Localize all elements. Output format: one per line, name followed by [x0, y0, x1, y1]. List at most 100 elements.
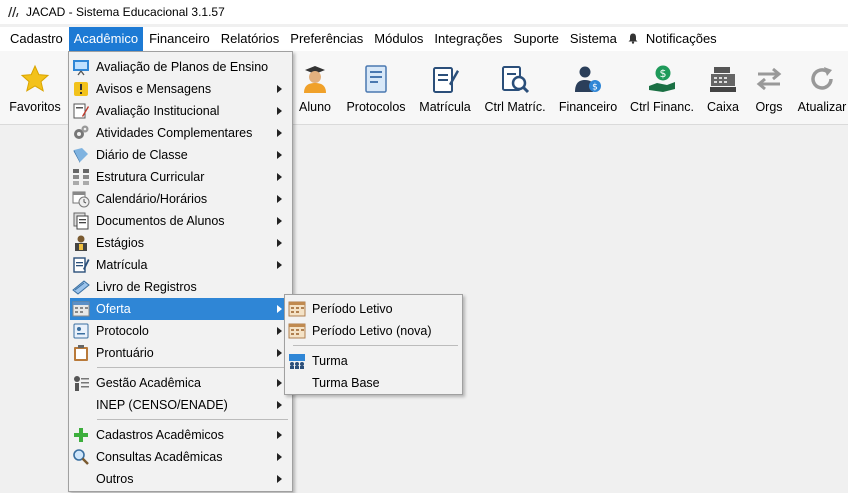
submenu-arrow-icon — [277, 305, 282, 313]
menu-item-estagios[interactable]: Estágios — [70, 232, 291, 254]
pencil-form-icon — [73, 103, 89, 119]
svg-text:$: $ — [660, 67, 667, 80]
finance-person-icon: $ — [575, 66, 601, 93]
menu-integracoes[interactable]: Integrações — [429, 27, 507, 51]
calendar-clock-icon — [72, 191, 90, 208]
menu-cadastro[interactable]: Cadastro — [5, 27, 68, 51]
menu-item-inep[interactable]: INEP (CENSO/ENADE) — [70, 394, 291, 416]
submenu-arrow-icon — [277, 217, 282, 225]
favoritos-button[interactable]: Favoritos — [4, 51, 66, 124]
aluno-label: Aluno — [299, 100, 331, 114]
menu-relatorios[interactable]: Relatórios — [216, 27, 285, 51]
submenu-item-turma-base[interactable]: Turma Base — [286, 372, 461, 394]
student-icon — [304, 66, 326, 93]
submenu-item-label: Período Letivo (nova) — [312, 324, 432, 338]
menu-notificacoes[interactable]: Notificações — [623, 27, 722, 51]
menu-item-label: Matrícula — [96, 258, 148, 272]
menu-item-label: Estrutura Curricular — [96, 170, 205, 184]
menu-item-label: Livro de Registros — [96, 280, 197, 294]
menu-item-estrutura[interactable]: Estrutura Curricular — [70, 166, 291, 188]
notificacoes-label: Notificações — [645, 31, 717, 46]
menu-item-label: Avisos e Mensagens — [96, 82, 212, 96]
menu-item-label: Avaliação Institucional — [96, 104, 220, 118]
title-bar: JACAD - Sistema Educacional 3.1.57 — [0, 0, 848, 24]
menu-item-avaliacao-planos[interactable]: Avaliação de Planos de Ensino — [70, 56, 291, 78]
ctrl-financ-button[interactable]: $ Ctrl Financ. — [628, 51, 696, 124]
intern-icon — [75, 235, 87, 251]
menu-item-avaliacao-institucional[interactable]: Avaliação Institucional — [70, 100, 291, 122]
window-title: JACAD - Sistema Educacional 3.1.57 — [26, 5, 225, 19]
menu-item-documentos[interactable]: Documentos de Alunos — [70, 210, 291, 232]
menu-suporte[interactable]: Suporte — [508, 27, 564, 51]
menu-preferencias[interactable]: Preferências — [285, 27, 368, 51]
structure-icon — [73, 169, 89, 185]
submenu-arrow-icon — [277, 379, 282, 387]
submenu-arrow-icon — [277, 401, 282, 409]
orgs-label: Orgs — [755, 100, 783, 114]
enrollment-search-icon — [502, 66, 530, 94]
menu-item-label: INEP (CENSO/ENADE) — [96, 398, 228, 412]
menu-item-cadastros-academicos[interactable]: Cadastros Acadêmicos — [70, 424, 291, 446]
clipboard-icon — [74, 345, 88, 361]
menu-item-label: Avaliação de Planos de Ensino — [96, 60, 269, 74]
menu-item-gestao[interactable]: Gestão Acadêmica — [70, 372, 291, 394]
submenu-arrow-icon — [277, 85, 282, 93]
menu-item-livro-registros[interactable]: Livro de Registros — [70, 276, 291, 298]
submenu-arrow-icon — [277, 261, 282, 269]
submenu-item-periodo-letivo[interactable]: Período Letivo — [286, 298, 461, 320]
calendar-icon — [288, 323, 306, 339]
menu-item-diario[interactable]: Diário de Classe — [70, 144, 291, 166]
form-pencil-icon — [73, 257, 90, 273]
enrollment-icon — [433, 67, 459, 93]
submenu-arrow-icon — [277, 431, 282, 439]
ctrl-matric-button[interactable]: Ctrl Matríc. — [482, 51, 548, 124]
star-icon — [20, 64, 50, 92]
protocolos-label: Protocolos — [346, 100, 406, 114]
protocol-doc-icon — [365, 65, 387, 93]
submenu-arrow-icon — [277, 151, 282, 159]
menu-item-atividades[interactable]: Atividades Complementares — [70, 122, 291, 144]
menu-item-label: Protocolo — [96, 324, 149, 338]
aluno-button[interactable]: Aluno — [294, 51, 336, 124]
submenu-arrow-icon — [277, 453, 282, 461]
caixa-button[interactable]: Caixa — [704, 51, 742, 124]
menu-sistema[interactable]: Sistema — [565, 27, 622, 51]
menu-item-matricula[interactable]: Matrícula — [70, 254, 291, 276]
calendar-icon — [288, 301, 306, 317]
book-icon — [73, 148, 88, 163]
submenu-item-turma[interactable]: Turma — [286, 350, 461, 372]
menu-item-calendario[interactable]: Calendário/Horários — [70, 188, 291, 210]
menu-item-consultas-academicas[interactable]: Consultas Acadêmicas — [70, 446, 291, 468]
menu-financeiro[interactable]: Financeiro — [144, 27, 215, 51]
menu-separator — [97, 419, 288, 420]
menu-item-oferta[interactable]: Oferta — [70, 298, 291, 320]
matricula-label: Matrícula — [419, 100, 471, 114]
protocolos-button[interactable]: Protocolos — [344, 51, 408, 124]
financeiro-button[interactable]: $ Financeiro — [556, 51, 620, 124]
menu-item-avisos[interactable]: Avisos e Mensagens — [70, 78, 291, 100]
submenu-item-label: Período Letivo — [312, 302, 393, 316]
submenu-arrow-icon — [277, 349, 282, 357]
menu-academico[interactable]: Acadêmico — [68, 27, 144, 51]
menu-modulos[interactable]: Módulos — [369, 27, 428, 51]
atualizar-button[interactable]: Atualizar — [796, 51, 848, 124]
menu-item-prontuario[interactable]: Prontuário — [70, 342, 291, 364]
submenu-item-label: Turma — [312, 354, 348, 368]
presentation-board-icon — [73, 60, 89, 76]
management-icon — [74, 376, 89, 391]
orgs-button[interactable]: Orgs — [750, 51, 788, 124]
menu-item-outros[interactable]: Outros — [70, 468, 291, 490]
menu-item-label: Documentos de Alunos — [96, 214, 225, 228]
submenu-item-label: Turma Base — [312, 376, 380, 390]
gears-icon — [74, 125, 89, 139]
atualizar-label: Atualizar — [797, 100, 847, 114]
menu-item-protocolo[interactable]: Protocolo — [70, 320, 291, 342]
menu-item-label: Atividades Complementares — [96, 126, 253, 140]
ctrl-matric-label: Ctrl Matríc. — [484, 100, 546, 114]
menu-item-label: Calendário/Horários — [96, 192, 208, 206]
cash-register-icon — [710, 67, 736, 92]
menu-bar: Cadastro Acadêmico Financeiro Relatórios… — [0, 27, 848, 51]
swap-arrows-icon — [756, 67, 782, 91]
submenu-item-periodo-letivo-nova[interactable]: Período Letivo (nova) — [286, 320, 461, 342]
matricula-button[interactable]: Matrícula — [416, 51, 474, 124]
